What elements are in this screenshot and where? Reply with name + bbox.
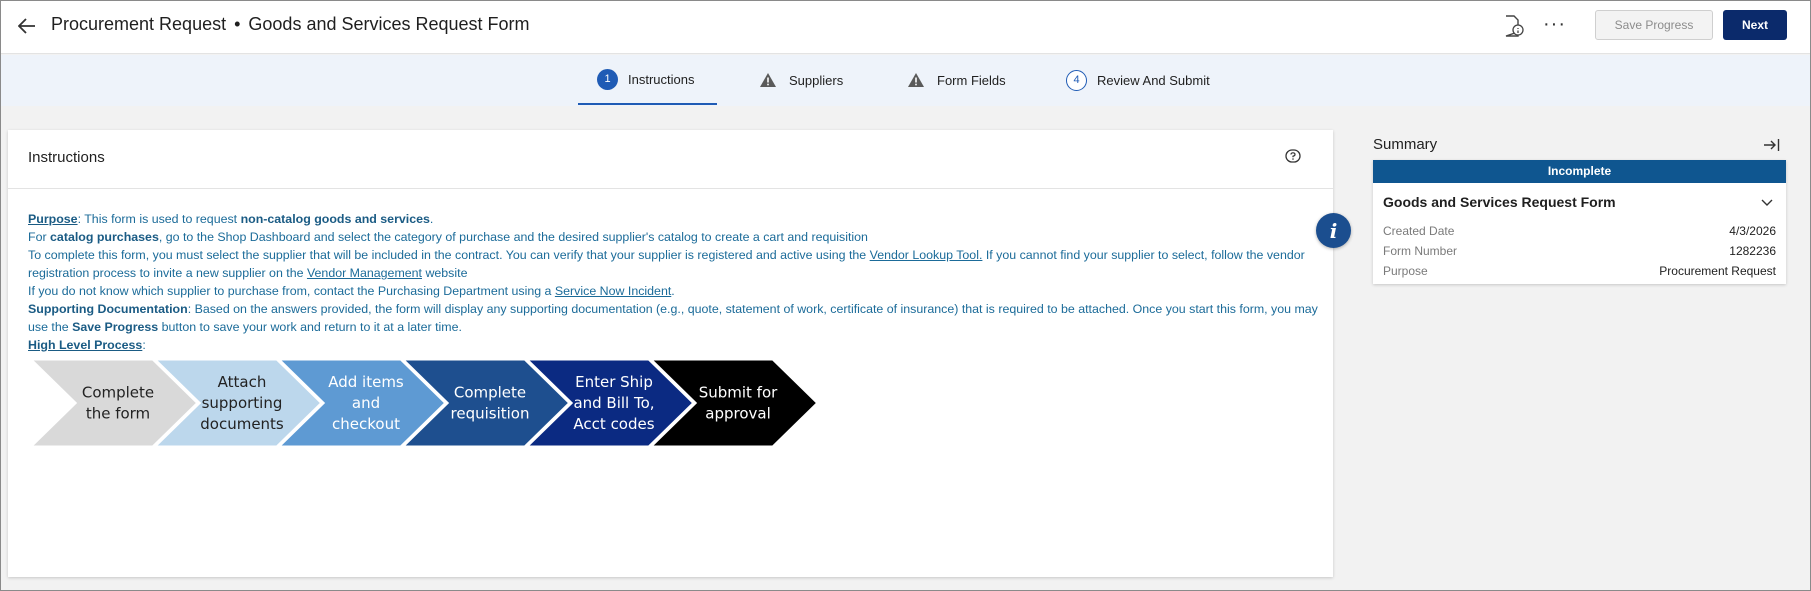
wizard-steps: 1 Instructions Suppliers Form Fields 4 R…	[1, 55, 1810, 106]
step-number: 4	[1066, 69, 1087, 91]
save-progress-button[interactable]: Save Progress	[1595, 10, 1713, 40]
process-step-label: checkout	[332, 415, 400, 433]
process-step-label: Attach	[218, 373, 267, 391]
chevron-down-icon[interactable]	[1760, 195, 1774, 209]
status-badge: Incomplete	[1373, 160, 1786, 183]
step-label: Form Fields	[937, 72, 1006, 88]
step-label: Review And Submit	[1097, 72, 1210, 88]
help-icon[interactable]	[1285, 149, 1303, 167]
info-icon[interactable]: i	[1316, 213, 1351, 248]
catalog-paragraph: For catalog purchases, go to the Shop Da…	[28, 230, 868, 244]
summary-row-purpose: Purpose Procurement Request	[1383, 264, 1776, 278]
high-level-process-heading: High Level Process:	[28, 338, 146, 352]
warning-icon	[908, 73, 924, 87]
supporting-doc-paragraph: Supporting Documentation: Based on the a…	[28, 302, 1318, 334]
step-label: Suppliers	[789, 72, 844, 88]
purpose-paragraph: Purpose: This form is used to request no…	[28, 212, 434, 226]
process-step-label: Acct codes	[573, 415, 654, 433]
step-form-fields[interactable]: Form Fields	[907, 55, 1006, 105]
summary-row-created-date: Created Date 4/3/2026	[1383, 224, 1776, 238]
next-button[interactable]: Next	[1723, 10, 1787, 40]
step-instructions[interactable]: 1 Instructions	[578, 55, 717, 105]
step-label: Instructions	[628, 71, 695, 87]
process-step-label: Complete	[82, 384, 154, 402]
process-diagram: Complete the form Attach supporting document…	[26, 357, 840, 453]
page-title: Procurement Request • Goods and Services R…	[51, 14, 530, 34]
service-now-link[interactable]: Service Now Incident	[555, 284, 671, 298]
step-suppliers[interactable]: Suppliers	[759, 55, 843, 105]
process-chevrons: Complete the form Attach supporting document…	[26, 357, 821, 449]
summary-card: Incomplete Goods and Services Request Fo…	[1373, 160, 1786, 284]
process-step-label: Enter Ship	[575, 373, 653, 391]
card-header: Instructions	[8, 130, 1333, 189]
process-step-label: documents	[200, 415, 284, 433]
app-header: Procurement Request • Goods and Services R…	[1, 1, 1810, 54]
more-options-icon[interactable]: ···	[1543, 13, 1569, 37]
card-title: Instructions	[28, 149, 105, 166]
vendor-management-link[interactable]: Vendor Management	[307, 266, 422, 280]
summary-form-name: Goods and Services Request Form	[1383, 194, 1616, 210]
step-number: 1	[597, 68, 618, 90]
step-review-submit[interactable]: 4 Review And Submit	[1066, 55, 1210, 105]
vendor-lookup-link[interactable]: Vendor Lookup Tool.	[870, 248, 983, 262]
collapse-panel-icon[interactable]	[1763, 137, 1781, 153]
process-step-label: Submit for	[699, 384, 778, 402]
instructions-body: Purpose: This form is used to request no…	[28, 210, 1318, 354]
process-step-label: the form	[86, 405, 150, 423]
process-step-label: and Bill To,	[573, 394, 654, 412]
process-step-label: Complete	[454, 384, 526, 402]
process-step-label: supporting	[202, 394, 283, 412]
complete-paragraph: To complete this form, you must select t…	[28, 248, 1305, 280]
process-step-label: and	[352, 394, 380, 412]
back-arrow-icon[interactable]	[15, 14, 39, 38]
unknown-supplier-paragraph: If you do not know which supplier to pur…	[28, 284, 675, 298]
process-step-label: Add items	[328, 373, 404, 391]
summary-row-form-number: Form Number 1282236	[1383, 244, 1776, 258]
document-info-icon[interactable]	[1503, 14, 1525, 38]
process-step-label: approval	[705, 405, 771, 423]
process-step-label: requisition	[451, 405, 530, 423]
warning-icon	[760, 73, 776, 87]
instructions-card: Instructions Purpose: This form is used …	[8, 130, 1333, 577]
summary-title: Summary	[1373, 136, 1438, 153]
